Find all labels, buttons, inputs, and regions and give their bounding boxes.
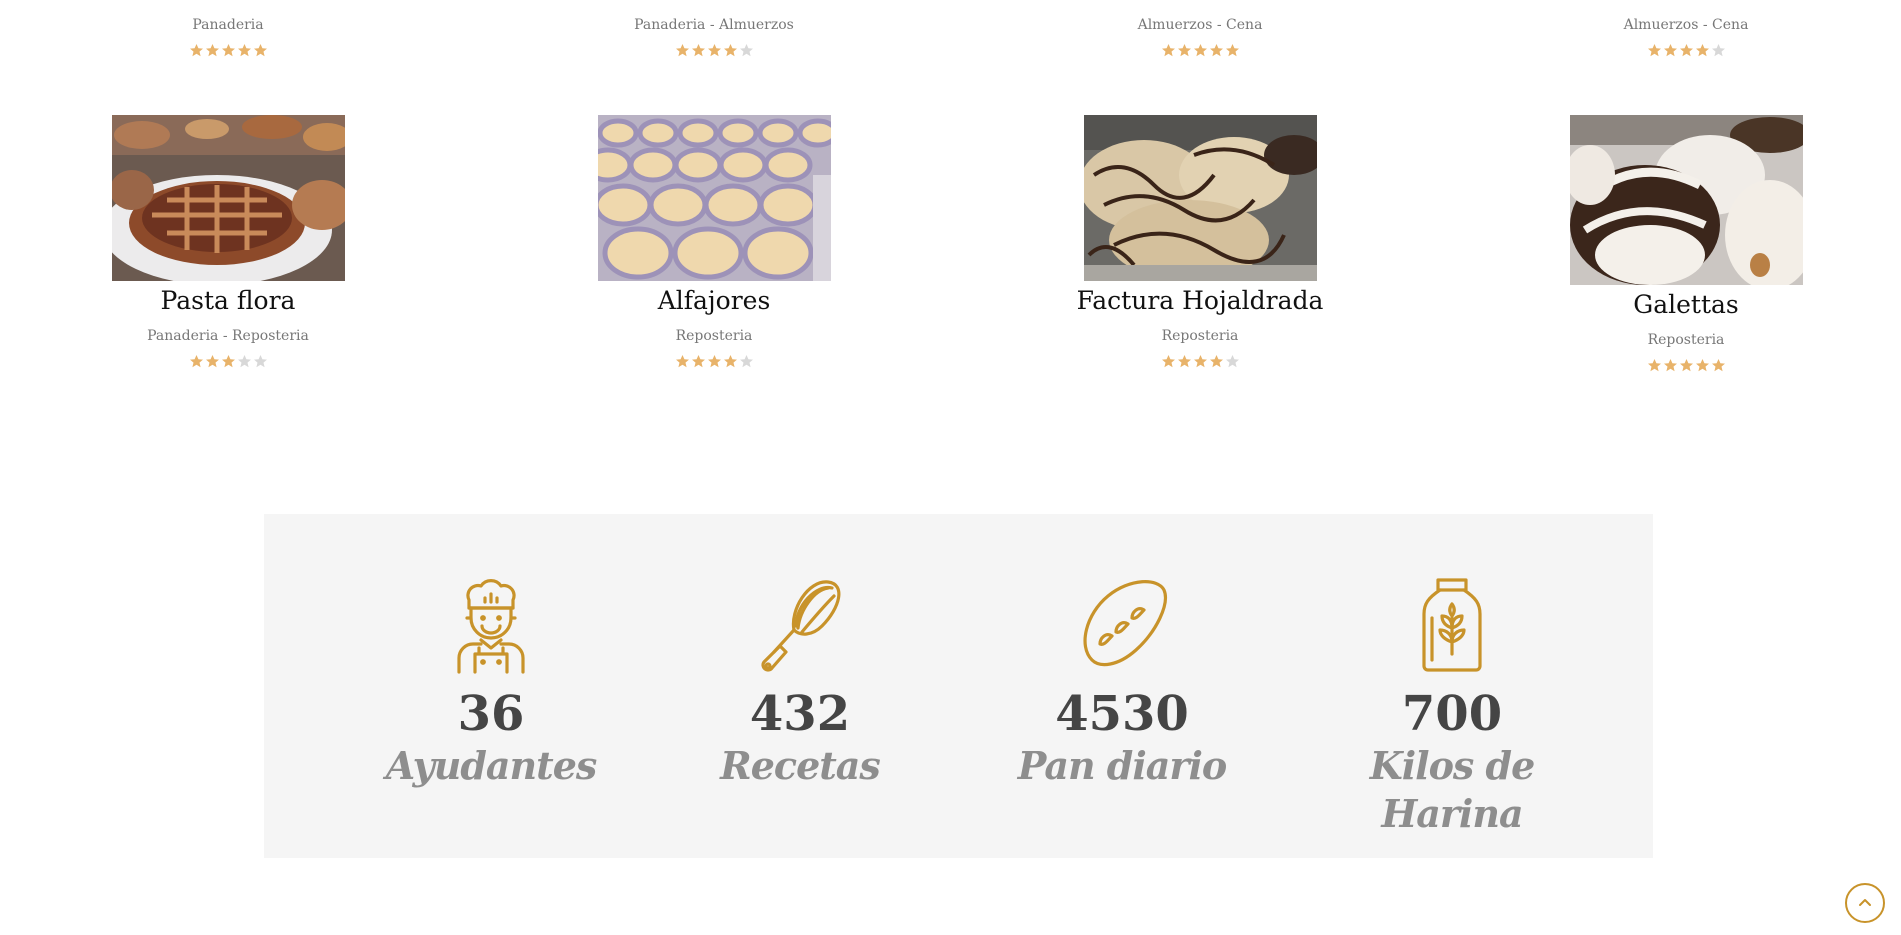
bread-icon	[1072, 574, 1172, 674]
product-card-pasta-flora: Pasta flora Panaderia - Reposteria	[58, 115, 398, 370]
star-rating	[1516, 358, 1856, 374]
product-categories[interactable]: Reposteria	[1516, 331, 1856, 349]
star-filled-icon	[691, 44, 705, 57]
star-filled-icon	[189, 44, 203, 57]
star-filled-icon	[1711, 359, 1725, 372]
stat-label: Ayudantes	[385, 743, 598, 788]
stat-value: 432	[749, 686, 851, 742]
star-rating	[58, 43, 398, 59]
star-filled-icon	[1225, 44, 1239, 57]
product-title[interactable]: Alfajores	[544, 285, 884, 317]
star-filled-icon	[1663, 44, 1677, 57]
star-empty-icon	[1225, 355, 1239, 368]
product-categories[interactable]: Almuerzos - Cena	[1030, 16, 1370, 34]
product-card: Almuerzos - Cena	[1516, 0, 1856, 59]
stats-section: 36 Ayudantes 432 Recetas 4530 Pan diario…	[264, 514, 1653, 858]
star-empty-icon	[739, 355, 753, 368]
star-filled-icon	[1663, 359, 1677, 372]
alfajores-photo[interactable]	[597, 115, 831, 281]
star-filled-icon	[189, 355, 203, 368]
star-filled-icon	[723, 355, 737, 368]
stat-label: Kilos de Harina	[1369, 743, 1536, 836]
pasta-flora-photo[interactable]	[111, 115, 345, 281]
stat-flour: 700 Kilos de Harina	[1322, 574, 1582, 838]
flour-jar-icon	[1402, 574, 1502, 674]
star-filled-icon	[1209, 44, 1223, 57]
product-card-galettas: Galettas Reposteria	[1516, 115, 1856, 374]
product-categories[interactable]: Panaderia	[58, 16, 398, 34]
whisk-icon	[750, 574, 850, 674]
star-filled-icon	[707, 355, 721, 368]
star-filled-icon	[1177, 44, 1191, 57]
star-empty-icon	[739, 44, 753, 57]
star-filled-icon	[675, 355, 689, 368]
star-filled-icon	[205, 44, 219, 57]
product-categories[interactable]: Reposteria	[544, 327, 884, 345]
star-rating	[544, 43, 884, 59]
stat-label: Recetas	[720, 743, 881, 788]
star-filled-icon	[1647, 44, 1661, 57]
product-card: Panaderia - Almuerzos	[544, 0, 884, 59]
stat-recipes: 432 Recetas	[670, 574, 930, 790]
star-filled-icon	[723, 44, 737, 57]
star-rating	[544, 354, 884, 370]
product-categories[interactable]: Panaderia - Almuerzos	[544, 16, 884, 34]
star-rating	[1516, 43, 1856, 59]
product-title[interactable]: Factura Hojaldrada	[1030, 285, 1370, 317]
product-card-alfajores: Alfajores Reposteria	[544, 115, 884, 370]
star-filled-icon	[1695, 44, 1709, 57]
scroll-top-button[interactable]	[1845, 883, 1885, 923]
star-rating	[58, 354, 398, 370]
galettas-photo[interactable]	[1569, 115, 1803, 285]
stat-helpers: 36 Ayudantes	[361, 574, 621, 790]
product-categories[interactable]: Reposteria	[1030, 327, 1370, 345]
star-filled-icon	[1679, 359, 1693, 372]
star-filled-icon	[1177, 355, 1191, 368]
stat-value: 700	[1401, 686, 1503, 742]
star-filled-icon	[1193, 355, 1207, 368]
chevron-up-icon	[1859, 899, 1871, 906]
star-filled-icon	[237, 44, 251, 57]
star-filled-icon	[1161, 355, 1175, 368]
stat-value: 4530	[1055, 686, 1189, 742]
chef-icon	[441, 574, 541, 674]
product-title[interactable]: Galettas	[1516, 289, 1856, 321]
star-rating	[1030, 354, 1370, 370]
stat-label: Pan diario	[1017, 743, 1227, 788]
product-categories[interactable]: Almuerzos - Cena	[1516, 16, 1856, 34]
star-filled-icon	[205, 355, 219, 368]
star-filled-icon	[1193, 44, 1207, 57]
star-filled-icon	[1679, 44, 1693, 57]
star-filled-icon	[1161, 44, 1175, 57]
star-filled-icon	[221, 355, 235, 368]
star-empty-icon	[253, 355, 267, 368]
product-title[interactable]: Pasta flora	[58, 285, 398, 317]
stat-daily-bread: 4530 Pan diario	[992, 574, 1252, 790]
star-filled-icon	[253, 44, 267, 57]
star-filled-icon	[1209, 355, 1223, 368]
star-filled-icon	[707, 44, 721, 57]
product-card: Panaderia	[58, 0, 398, 59]
star-empty-icon	[1711, 44, 1725, 57]
star-rating	[1030, 43, 1370, 59]
factura-photo[interactable]	[1083, 115, 1317, 281]
product-card-factura-hojaldrada: Factura Hojaldrada Reposteria	[1030, 115, 1370, 370]
star-empty-icon	[237, 355, 251, 368]
stat-value: 36	[457, 686, 525, 742]
star-filled-icon	[221, 44, 235, 57]
star-filled-icon	[1695, 359, 1709, 372]
star-filled-icon	[1647, 359, 1661, 372]
star-filled-icon	[675, 44, 689, 57]
product-categories[interactable]: Panaderia - Reposteria	[58, 327, 398, 345]
star-filled-icon	[691, 355, 705, 368]
product-card: Almuerzos - Cena	[1030, 0, 1370, 59]
